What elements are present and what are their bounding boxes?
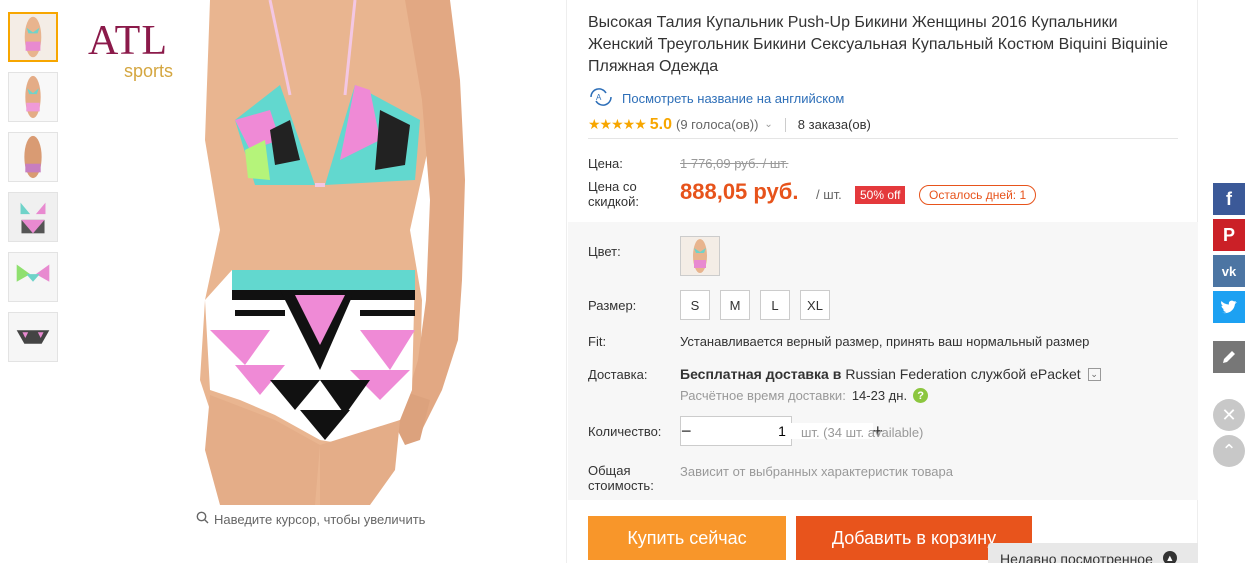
quantity-label: Количество:: [588, 424, 662, 439]
thumbnail-5[interactable]: [8, 252, 58, 302]
shipping-service: службой ePacket: [970, 366, 1081, 382]
facebook-icon[interactable]: f: [1213, 183, 1245, 215]
size-label: Размер:: [588, 298, 637, 313]
thumbnail-6[interactable]: [8, 312, 58, 362]
product-info: Высокая Талия Купальник Push-Up Бикини Ж…: [568, 0, 1198, 563]
separator: [784, 117, 786, 132]
pinterest-icon[interactable]: P: [1213, 219, 1245, 251]
discount-price-label: Цена со скидкой:: [588, 179, 639, 209]
svg-text:A: A: [596, 93, 602, 102]
size-option-l[interactable]: L: [760, 290, 790, 320]
thumbnail-list: [8, 12, 58, 372]
shipping-time: Расчётное время доставки: 14-23 дн. ?: [680, 388, 929, 403]
orders-count: 8 заказа(ов): [797, 117, 871, 132]
old-price: 1 776,09 руб. / шт.: [680, 156, 789, 171]
shipping-free: Бесплатная доставка в: [680, 366, 842, 382]
fit-label: Fit:: [588, 334, 607, 349]
size-option-s[interactable]: S: [680, 290, 710, 320]
total-value: Зависит от выбранных характеристик товар…: [680, 464, 953, 479]
color-swatch[interactable]: [680, 236, 720, 276]
twitter-icon[interactable]: [1213, 291, 1245, 323]
chevron-up-icon[interactable]: ▲: [1162, 551, 1177, 563]
rating-stars: ★★★★★: [588, 116, 647, 132]
help-icon[interactable]: ?: [913, 388, 929, 403]
options-panel: Цвет: Размер: S M L XL Fit: Устанавливае…: [568, 222, 1198, 500]
shipping-days: 14-23 дн.: [851, 388, 908, 403]
color-label: Цвет:: [588, 244, 621, 259]
shipping-country: Russian Federation: [845, 366, 967, 382]
rating-row: ★★★★★ 5.0 (9 голоса(ов)) ⌄ 8 заказа(ов): [588, 111, 1178, 139]
chevron-down-icon[interactable]: ⌄: [1087, 367, 1101, 381]
edit-icon[interactable]: [1213, 341, 1245, 373]
shipping-info[interactable]: Бесплатная доставка в Russian Federation…: [680, 366, 1101, 382]
zoom-hint-text: Наведите курсор, чтобы увеличить: [214, 511, 426, 527]
shipping-time-label: Расчётное время доставки:: [680, 388, 846, 403]
per-unit: / шт.: [816, 187, 842, 202]
fit-text: Устанавливается верный размер, принять в…: [680, 334, 1090, 349]
quantity-stepper: − +: [680, 416, 883, 446]
brand-logo-sub: sports: [124, 61, 174, 81]
magnifier-icon: [196, 511, 209, 527]
recently-viewed-label: Недавно посмотренное: [1000, 551, 1153, 563]
size-option-xl[interactable]: XL: [800, 290, 830, 320]
product-page: ATL sports Наведите курсор, чтобы увелич…: [0, 0, 1249, 563]
translate-icon: A: [588, 88, 614, 109]
thumbnail-1[interactable]: [8, 12, 58, 62]
discount-badge: 50% off: [855, 186, 906, 204]
days-left-badge: Осталось дней: 1: [919, 185, 1037, 205]
votes-count[interactable]: (9 голоса(ов)): [676, 117, 758, 132]
translate-link[interactable]: A Посмотреть название на английском: [588, 88, 844, 109]
thumbnail-4[interactable]: [8, 192, 58, 242]
divider: [566, 0, 567, 563]
price-block: Цена: 1 776,09 руб. / шт. Цена со скидко…: [568, 150, 1198, 220]
price-label: Цена:: [588, 156, 623, 171]
thumbnail-3[interactable]: [8, 132, 58, 182]
shipping-label: Доставка:: [588, 367, 648, 382]
brand-logo: ATL sports: [88, 20, 173, 80]
zoom-hint: Наведите курсор, чтобы увеличить: [196, 511, 425, 527]
total-label: Общая стоимость:: [588, 463, 654, 493]
product-title: Высокая Талия Купальник Push-Up Бикини Ж…: [588, 14, 1168, 75]
discount-price: 888,05 руб.: [680, 179, 799, 204]
chevron-down-icon[interactable]: ⌄: [764, 119, 772, 130]
thumbnail-2[interactable]: [8, 72, 58, 122]
vk-icon[interactable]: vk: [1213, 255, 1245, 287]
social-share-bar: f P vk: [1213, 183, 1245, 327]
brand-logo-name: ATL: [88, 18, 168, 64]
scroll-top-icon[interactable]: ⌃: [1213, 435, 1245, 467]
close-icon[interactable]: ✕: [1213, 399, 1245, 431]
quantity-note: шт. (34 шт. available): [801, 425, 924, 440]
size-option-m[interactable]: M: [720, 290, 750, 320]
rating-value: 5.0: [649, 115, 673, 133]
recently-viewed-bar[interactable]: Недавно посмотренное ▲: [988, 543, 1198, 563]
minus-button[interactable]: −: [681, 417, 692, 445]
buy-now-button[interactable]: Купить сейчас: [588, 516, 786, 560]
size-selector: S M L XL: [680, 290, 830, 320]
translate-link-text: Посмотреть название на английском: [622, 91, 845, 106]
